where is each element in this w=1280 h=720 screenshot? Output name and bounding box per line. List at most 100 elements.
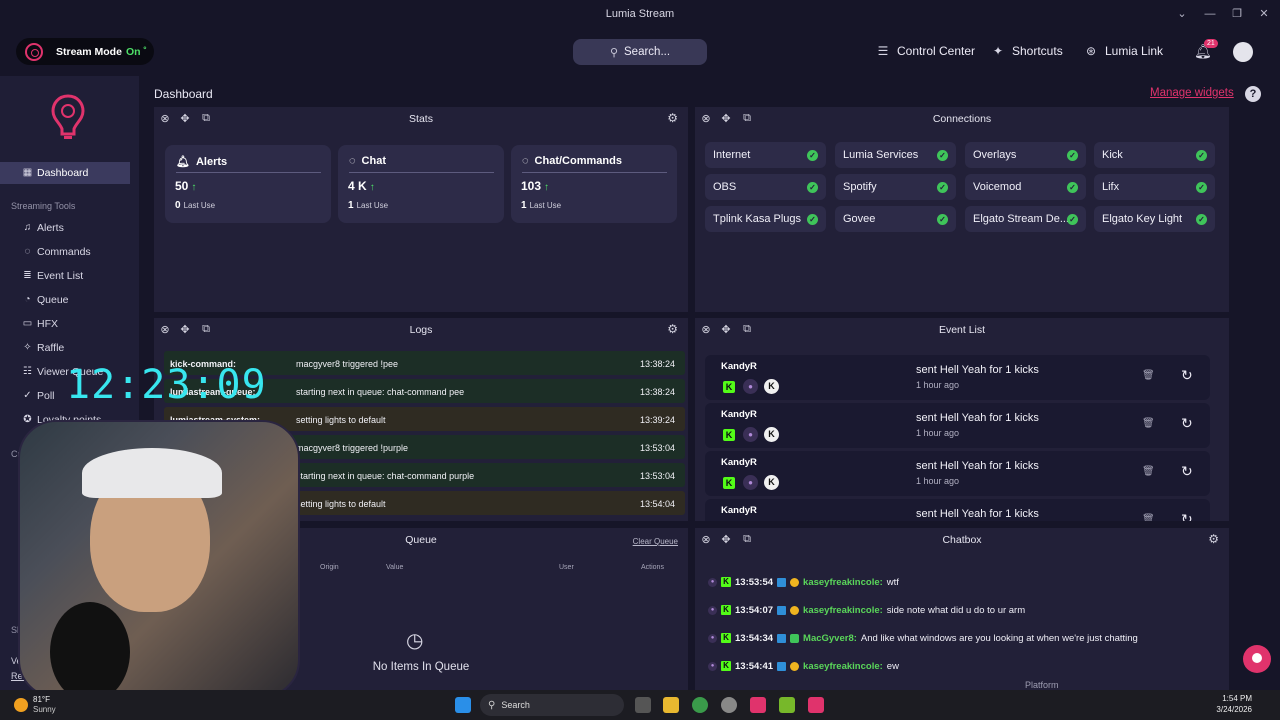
stream-mode-toggle[interactable]: Stream Mode On ˚: [16, 38, 154, 65]
chat-text: And like what windows are you looking at…: [860, 632, 1138, 644]
manage-widgets-link[interactable]: Manage widgets: [1150, 87, 1234, 99]
lumia-link-button[interactable]: ⊛ Lumia Link: [1084, 44, 1163, 58]
replay-icon[interactable]: ↻: [1181, 415, 1193, 432]
connection-tplink-kasa[interactable]: Tplink Kasa Plugs ✓: [705, 206, 826, 232]
chatbox-widget: ⊗ ✥ ⧉ Chatbox ⚙ ● K 13:53:54 kaseyfreakinco…: [695, 528, 1229, 690]
avatar[interactable]: [1233, 42, 1253, 62]
sidebar-item-alerts[interactable]: ♫ Alerts: [0, 217, 130, 239]
last-use-value: 1: [521, 200, 527, 211]
connection-kick[interactable]: Kick ✓: [1094, 142, 1215, 168]
last-use-label: Last Use: [529, 201, 562, 210]
check-icon: ✓: [1067, 182, 1078, 193]
close-window-button[interactable]: ✕: [1256, 6, 1272, 22]
weather-desc: Sunny: [33, 705, 56, 714]
chat-text: ew: [886, 660, 899, 672]
file-explorer-icon[interactable]: [663, 697, 679, 713]
kick-icon: K: [721, 661, 731, 671]
connection-spotify[interactable]: Spotify ✓: [835, 174, 956, 200]
search-input[interactable]: ⚲ Search...: [573, 39, 707, 65]
log-message: setting lights to default: [296, 499, 386, 509]
check-icon: ✓: [1196, 150, 1207, 161]
window-title: Lumia Stream: [605, 8, 675, 20]
clear-queue-link[interactable]: Clear Queue: [633, 537, 678, 546]
trash-icon[interactable]: 🗑︎: [1142, 418, 1155, 429]
connection-elgato-stream-deck[interactable]: Elgato Stream De... ✓: [965, 206, 1086, 232]
user-icon: ●: [708, 633, 717, 643]
chat-time: 13:54:34: [735, 632, 774, 644]
trash-icon[interactable]: 🗑︎: [1142, 466, 1155, 477]
replay-icon[interactable]: ↻: [1181, 463, 1193, 480]
gear-icon[interactable]: ⚙: [667, 322, 678, 336]
trash-icon[interactable]: 🗑︎: [1142, 514, 1155, 521]
chat-support-button[interactable]: [1243, 645, 1271, 673]
task-view-icon[interactable]: [635, 697, 651, 713]
widget-header: ⊗ ✥ ⧉ Connections: [695, 107, 1229, 131]
lumia-link-label: Lumia Link: [1105, 44, 1164, 58]
chat-message: ● K 13:54:41 kaseyfreakincole: ew: [708, 659, 899, 673]
obs-icon[interactable]: [721, 697, 737, 713]
chevron-down-icon[interactable]: ⌄: [1174, 6, 1190, 22]
connection-lumia-services[interactable]: Lumia Services ✓: [835, 142, 956, 168]
gear-icon[interactable]: ⚙: [667, 111, 678, 125]
chat-username: kaseyfreakincole:: [803, 660, 883, 672]
shortcuts-button[interactable]: ✦ Shortcuts: [991, 44, 1063, 58]
kick-platform-icon: K: [723, 429, 735, 441]
kick-icon: K: [721, 605, 731, 615]
gear-icon[interactable]: ⚙: [1208, 532, 1219, 546]
lumia-icon[interactable]: [750, 697, 766, 713]
replay-icon[interactable]: ↻: [1181, 367, 1193, 384]
kicks-icon: K: [764, 379, 779, 394]
log-time: 13:53:04: [639, 471, 675, 481]
nvidia-icon[interactable]: [779, 697, 795, 713]
user-icon: ●: [743, 379, 758, 394]
platform-filter-label[interactable]: Platform: [1025, 680, 1059, 690]
sidebar-item-event-list[interactable]: ≣ Event List: [0, 265, 130, 287]
help-icon[interactable]: ?: [1245, 86, 1261, 102]
link-icon: ⊛: [1085, 44, 1097, 58]
minimize-button[interactable]: —: [1202, 6, 1218, 22]
connection-elgato-key-light[interactable]: Elgato Key Light ✓: [1094, 206, 1215, 232]
chat-text: wtf: [886, 576, 899, 588]
connection-overlays[interactable]: Overlays ✓: [965, 142, 1086, 168]
kick-icon: K: [721, 633, 731, 643]
control-center-button[interactable]: ☰ Control Center: [876, 44, 975, 58]
sidebar-item-label: HFX: [37, 318, 58, 330]
check-icon: ✓: [1196, 182, 1207, 193]
clock-icon: ◔: [24, 294, 31, 305]
connection-obs[interactable]: OBS ✓: [705, 174, 826, 200]
taskbar-date[interactable]: 3/24/2026: [1206, 705, 1252, 714]
notifications-button[interactable]: 🔔︎ 21: [1194, 39, 1218, 60]
column-origin: Origin: [320, 564, 339, 571]
sidebar-item-dashboard[interactable]: ▦ Dashboard: [0, 162, 130, 184]
windows-start-icon[interactable]: [455, 697, 471, 713]
connection-internet[interactable]: Internet ✓: [705, 142, 826, 168]
log-time: 13:39:24: [639, 415, 675, 425]
replay-icon[interactable]: ↻: [1181, 511, 1193, 521]
restore-button[interactable]: ❐: [1229, 6, 1245, 22]
sidebar-item-hfx[interactable]: ▭ HFX: [0, 313, 130, 335]
ticket-icon: ✧: [23, 342, 32, 353]
trash-icon[interactable]: 🗑︎: [1142, 370, 1155, 381]
sidebar-item-label: Queue: [37, 294, 69, 306]
chat-username: MacGyver8:: [803, 632, 857, 644]
connection-govee[interactable]: Govee ✓: [835, 206, 956, 232]
sidebar-item-raffle[interactable]: ✧ Raffle: [0, 337, 130, 359]
check-icon: ✓: [937, 182, 948, 193]
notifications-badge: 21: [1204, 39, 1218, 48]
lumia-active-icon[interactable]: [808, 697, 824, 713]
clock-overlay: 12:23:09: [66, 362, 267, 408]
taskbar-search[interactable]: ⚲ Search: [480, 694, 624, 716]
chrome-icon[interactable]: [692, 697, 708, 713]
connection-label: Elgato Key Light: [1102, 213, 1183, 225]
badge-icon: [790, 661, 800, 671]
taskbar-time[interactable]: 1:54 PM: [1212, 694, 1252, 703]
check-icon: ✓: [807, 214, 818, 225]
connection-voicemod[interactable]: Voicemod ✓: [965, 174, 1086, 200]
sidebar-item-queue[interactable]: ◔ Queue: [0, 289, 130, 311]
connection-lifx[interactable]: Lifx ✓: [1094, 174, 1215, 200]
sidebar-item-commands[interactable]: ◌ Commands: [0, 241, 130, 263]
taskbar-search-label: Search: [501, 700, 530, 710]
stat-card-alerts: 🔔︎ Alerts 50 ↑ 0 Last Use: [165, 145, 331, 223]
event-action: sent Hell Yeah for 1 kicks: [916, 508, 1039, 520]
user-icon: ●: [743, 475, 758, 490]
